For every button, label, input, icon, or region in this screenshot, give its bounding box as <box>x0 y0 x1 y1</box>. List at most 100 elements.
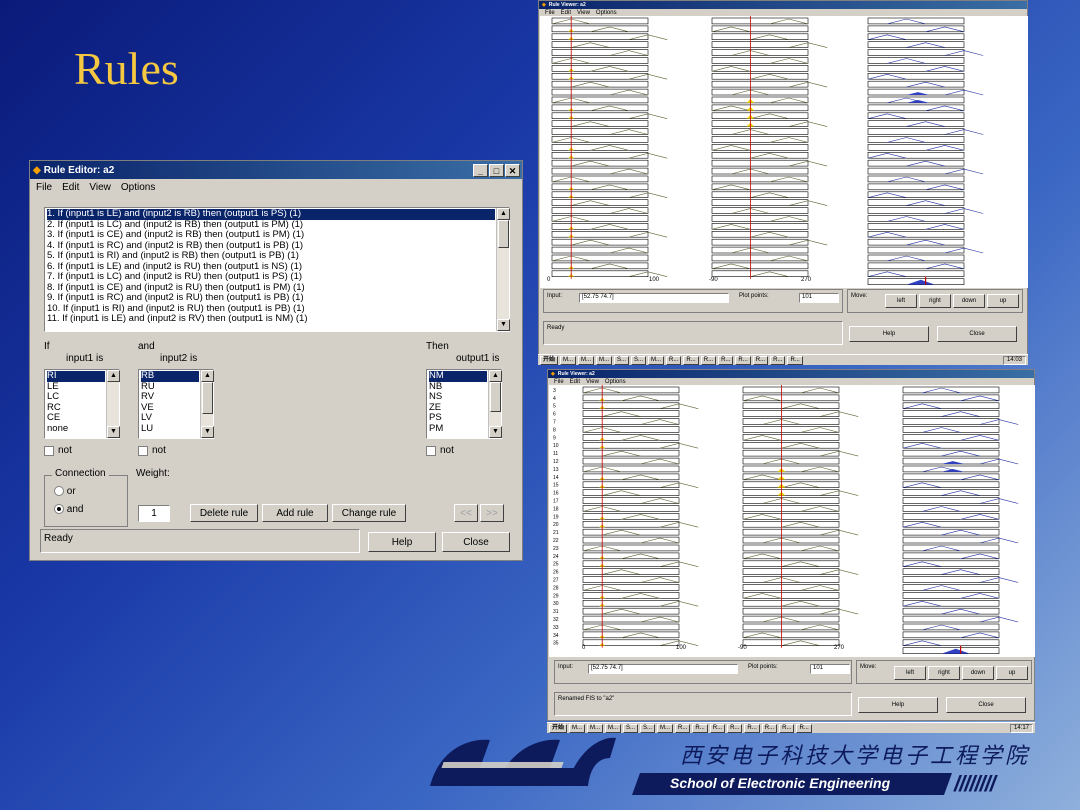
taskbar-item[interactable]: R... <box>744 723 760 733</box>
taskbar-item[interactable]: M... <box>657 723 674 733</box>
taskbar-item[interactable]: M... <box>578 355 595 365</box>
output1-not-checkbox[interactable]: not <box>426 445 454 456</box>
scroll-down-icon[interactable]: ▼ <box>489 426 502 438</box>
start-button[interactable]: 开始 <box>540 355 559 365</box>
scroll-up-icon[interactable]: ▲ <box>489 370 502 382</box>
input2-scrollbar[interactable]: ▲ ▼ <box>200 370 214 438</box>
move-left-button[interactable]: left <box>894 666 926 680</box>
menu-view[interactable]: View <box>586 379 599 385</box>
taskbar-item[interactable]: R... <box>761 723 778 733</box>
input1-not-checkbox[interactable]: not <box>44 445 72 456</box>
move-right-button[interactable]: right <box>928 666 960 680</box>
menu-edit[interactable]: Edit <box>561 10 571 16</box>
taskbar-item[interactable]: R... <box>666 355 682 365</box>
taskbar-item[interactable]: R... <box>709 723 726 733</box>
menu-options[interactable]: Options <box>596 10 617 16</box>
taskbar-item[interactable]: S... <box>623 723 639 733</box>
move-down-button[interactable]: down <box>953 294 985 308</box>
menu-edit[interactable]: Edit <box>570 379 580 385</box>
rule-list-item[interactable]: 11. If (input1 is LE) and (input2 is RV)… <box>47 313 495 325</box>
move-right-button[interactable]: right <box>919 294 951 308</box>
viewer-top-titlebar[interactable]: ◆ Rule Viewer: a2 <box>539 1 1027 9</box>
taskbar-item[interactable]: R... <box>752 355 769 365</box>
scroll-up-icon[interactable]: ▲ <box>201 370 214 382</box>
taskbar-item[interactable]: R... <box>787 355 803 365</box>
rule-plot-area[interactable]: 3456789101112131415161718192021222324252… <box>549 385 1035 657</box>
move-up-button[interactable]: up <box>996 666 1028 680</box>
input2-listbox[interactable]: RB RU RV VE LV LU ▲ ▼ <box>138 369 214 439</box>
rules-list[interactable]: 1. If (input1 is LE) and (input2 is RB) … <box>44 207 510 332</box>
taskbar-item[interactable]: R... <box>692 723 708 733</box>
taskbar-item[interactable]: R... <box>796 723 812 733</box>
menu-options[interactable]: Options <box>121 182 155 193</box>
input2-option[interactable]: LU <box>141 423 199 435</box>
input-field[interactable]: [52.75 74.7] <box>588 664 738 674</box>
minimize-button[interactable]: _ <box>473 163 488 177</box>
rules-scrollbar[interactable]: ▲ ▼ <box>496 208 510 331</box>
rule-list-item[interactable]: 9. If (input1 is RC) and (input2 is RU) … <box>47 292 495 304</box>
scroll-thumb[interactable] <box>202 382 213 414</box>
scroll-down-icon[interactable]: ▼ <box>107 426 120 438</box>
taskbar-item[interactable]: R... <box>683 355 699 365</box>
viewer-bottom-titlebar[interactable]: ◆ Rule Viewer: a2 <box>548 370 1034 378</box>
close-button[interactable]: Close <box>442 532 510 552</box>
output1-option[interactable]: NS <box>429 391 487 403</box>
menu-view[interactable]: View <box>577 10 590 16</box>
rule-list-item[interactable]: 7. If (input1 is LC) and (input2 is RU) … <box>47 271 495 283</box>
output1-option[interactable]: PS <box>429 412 487 424</box>
rule-list-item[interactable]: 5. If (input1 is RI) and (input2 is RB) … <box>47 250 495 262</box>
taskbar-item[interactable]: R... <box>770 355 786 365</box>
input1-option[interactable]: LC <box>47 391 105 403</box>
taskbar-item[interactable]: S... <box>640 723 656 733</box>
plot-points-field[interactable]: 101 <box>799 293 839 303</box>
taskbar-item[interactable]: R... <box>675 723 691 733</box>
move-left-button[interactable]: left <box>885 294 917 308</box>
taskbar-item[interactable]: M... <box>648 355 665 365</box>
input1-listbox[interactable]: RI LE LC RC CE none ▲ ▼ <box>44 369 120 439</box>
scroll-up-icon[interactable]: ▲ <box>107 370 120 382</box>
taskbar-item[interactable]: M... <box>596 355 613 365</box>
maximize-button[interactable]: □ <box>489 163 504 177</box>
input2-option[interactable]: RB <box>141 370 199 382</box>
scroll-thumb[interactable] <box>490 382 501 412</box>
input2-option[interactable]: LV <box>141 412 199 424</box>
prev-rule-button[interactable]: << <box>454 504 478 522</box>
input2-not-checkbox[interactable]: not <box>138 445 166 456</box>
rule-list-item[interactable]: 1. If (input1 is LE) and (input2 is RB) … <box>47 208 495 220</box>
taskbar-item[interactable]: R... <box>779 723 795 733</box>
next-rule-button[interactable]: >> <box>480 504 504 522</box>
taskbar-item[interactable]: R... <box>718 355 734 365</box>
output1-option[interactable]: NM <box>429 370 487 382</box>
menu-options[interactable]: Options <box>605 379 626 385</box>
taskbar-item[interactable]: S... <box>631 355 647 365</box>
close-window-button[interactable]: ✕ <box>505 163 520 177</box>
scroll-down-icon[interactable]: ▼ <box>497 319 510 331</box>
taskbar-item[interactable]: R... <box>735 355 751 365</box>
menu-file[interactable]: File <box>554 379 564 385</box>
input1-option[interactable]: CE <box>47 412 105 424</box>
output1-option[interactable]: PM <box>429 423 487 435</box>
viewer-bottom-close-button[interactable]: Close <box>946 697 1026 713</box>
input1-option[interactable]: none <box>47 423 105 435</box>
delete-rule-button[interactable]: Delete rule <box>190 504 258 522</box>
viewer-bottom-help-button[interactable]: Help <box>858 697 938 713</box>
taskbar-item[interactable]: R... <box>727 723 743 733</box>
or-radio[interactable]: or <box>54 486 76 497</box>
scroll-up-icon[interactable]: ▲ <box>497 208 510 220</box>
taskbar-item[interactable]: M... <box>560 355 577 365</box>
taskbar-item[interactable]: S... <box>614 355 630 365</box>
scroll-down-icon[interactable]: ▼ <box>201 426 214 438</box>
rule-list-item[interactable]: 3. If (input1 is CE) and (input2 is RB) … <box>47 229 495 241</box>
viewer-top-close-button[interactable]: Close <box>937 326 1017 342</box>
menu-view[interactable]: View <box>89 182 111 193</box>
input2-option[interactable]: RV <box>141 391 199 403</box>
output1-listbox[interactable]: NM NB NS ZE PS PM ▲ ▼ <box>426 369 502 439</box>
input-field[interactable]: [52.75 74.7] <box>579 293 729 303</box>
and-radio[interactable]: and <box>54 504 83 515</box>
menu-file[interactable]: File <box>545 10 555 16</box>
weight-input[interactable]: 1 <box>138 505 170 522</box>
menu-file[interactable]: File <box>36 182 52 193</box>
viewer-top-help-button[interactable]: Help <box>849 326 929 342</box>
input1-option[interactable]: RI <box>47 370 105 382</box>
rule-plot-area[interactable] <box>540 16 1028 288</box>
